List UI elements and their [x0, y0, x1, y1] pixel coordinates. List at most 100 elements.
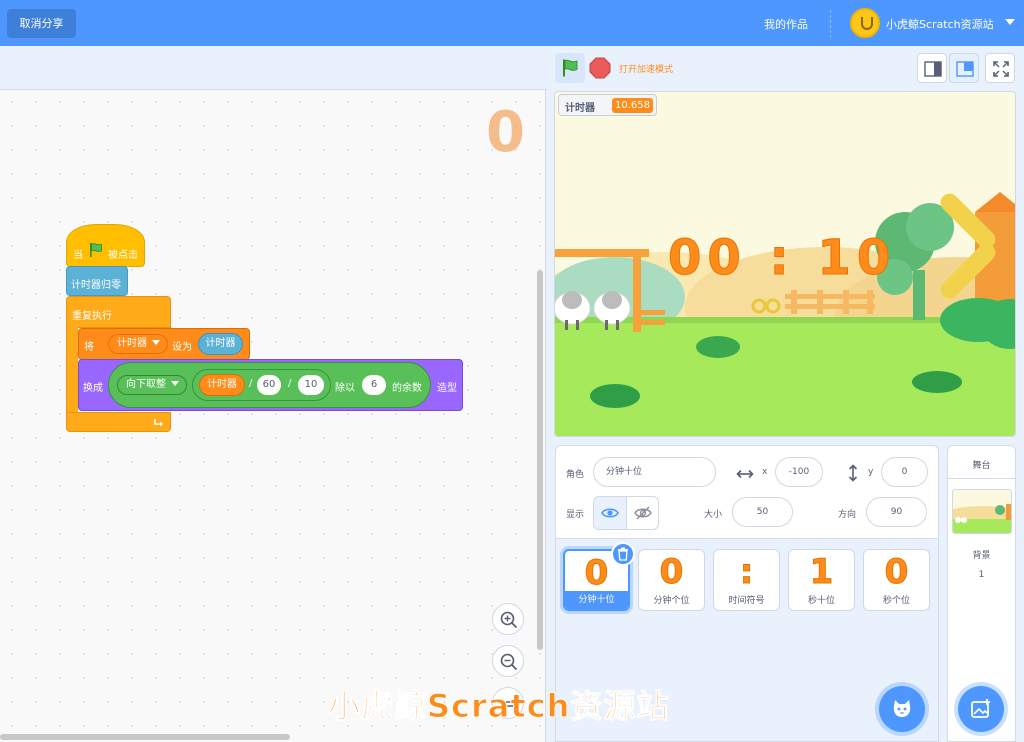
user-avatar[interactable] — [850, 8, 880, 38]
fullscreen-icon — [993, 61, 1009, 77]
when-flag-clicked-block[interactable]: 当 被点击 — [66, 224, 145, 267]
round-mode-label: 向下取整 — [126, 379, 166, 390]
forever-block-bottom — [66, 412, 171, 432]
sprite-thumbnail: 1 — [809, 552, 834, 593]
normal-stage-icon — [956, 61, 974, 77]
size-input[interactable]: 50 — [732, 497, 793, 527]
vertical-arrows-icon — [848, 464, 858, 482]
divide-value-input[interactable]: 60 — [257, 375, 281, 395]
divide-operator-block[interactable]: 计时器 / 60 / 10 — [192, 369, 331, 401]
my-works-link[interactable]: 我的作品 — [764, 16, 808, 32]
zoom-out-button[interactable] — [492, 645, 524, 677]
top-menu-bar: 取消分享 我的作品 小虎鲸Scratch资源站 — [0, 0, 1024, 46]
reset-timer-label: 计时器归零 — [71, 280, 121, 291]
sprite-tile[interactable]: 0 秒个位 — [863, 549, 930, 611]
set-variable-block[interactable]: 将 计时器 设为 计时器 — [78, 328, 250, 360]
trash-icon — [618, 547, 628, 561]
x-position-input[interactable]: -100 — [775, 457, 823, 487]
zoom-in-button[interactable] — [492, 603, 524, 635]
sprite-name: 时间符号 — [728, 596, 765, 606]
sprite-thumbnail: 0 — [884, 552, 909, 593]
sprite-name-input[interactable]: 分钟十位 — [593, 457, 716, 487]
set-label: 将 — [84, 342, 94, 353]
reset-timer-block[interactable]: 计时器归零 — [66, 266, 128, 296]
divide-symbol: / — [249, 378, 253, 389]
direction-label: 方向 — [838, 510, 857, 520]
hat-clicked-label: 被点击 — [108, 250, 138, 261]
timer-reporter[interactable]: 计时器 — [198, 333, 243, 355]
small-stage-button[interactable] — [917, 53, 947, 83]
zoom-in-icon — [500, 611, 518, 629]
timer-reporter[interactable]: 计时器 — [199, 374, 245, 396]
stage-panel-divider — [948, 478, 1015, 479]
visibility-toggle[interactable] — [593, 496, 659, 530]
sprite-name: 秒个位 — [882, 596, 910, 606]
variable-dropdown-label: 计时器 — [117, 338, 147, 349]
stage-thumbnail[interactable] — [952, 489, 1012, 534]
divide-value-input[interactable]: 10 — [298, 375, 324, 395]
green-flag-icon — [90, 243, 102, 257]
turbo-mode-toggle[interactable]: 打开加速模式 — [619, 62, 673, 75]
code-vertical-scrollbar[interactable] — [537, 270, 543, 650]
green-flag-icon — [563, 59, 578, 77]
site-watermark: 小虎鲸Scratch资源站 — [327, 687, 670, 726]
small-stage-icon — [924, 61, 942, 77]
horizontal-arrows-icon — [736, 469, 754, 479]
monitor-value: 10.658 — [612, 98, 653, 113]
code-area-header — [0, 46, 547, 90]
costume-suffix-label: 造型 — [437, 383, 457, 394]
forever-label: 重复执行 — [72, 311, 112, 322]
hat-when-label: 当 — [73, 250, 83, 261]
loop-arrow-icon — [154, 419, 163, 427]
backdrop-count: 1 — [978, 570, 985, 580]
username-label[interactable]: 小虎鲸Scratch资源站 — [886, 16, 994, 32]
x-label: x — [762, 467, 768, 477]
switch-costume-label: 换成 — [83, 383, 103, 394]
add-backdrop-button[interactable] — [958, 686, 1004, 732]
green-flag-button[interactable] — [555, 53, 585, 83]
eye-hidden-icon[interactable] — [634, 506, 652, 520]
fullscreen-button[interactable] — [985, 53, 1015, 83]
mod-label: 除以 — [335, 383, 355, 394]
eye-icon — [601, 508, 619, 518]
chevron-down-icon — [152, 340, 160, 345]
y-position-input[interactable]: 0 — [881, 457, 928, 487]
delete-sprite-button[interactable] — [611, 542, 635, 566]
backdrop-thumbnail-image — [953, 490, 1011, 533]
set-to-label: 设为 — [172, 342, 192, 353]
mod-suffix-label: 的余数 — [392, 383, 422, 394]
stage-clock-display: 00 : 10 — [667, 230, 897, 287]
sprite-tile[interactable]: 1 秒十位 — [788, 549, 855, 611]
cat-icon — [893, 700, 911, 717]
sprite-thumbnail: 0 — [659, 552, 684, 593]
sprite-tile[interactable]: : 时间符号 — [713, 549, 780, 611]
sprite-name: 分钟个位 — [653, 596, 690, 606]
round-mode-dropdown[interactable]: 向下取整 — [117, 375, 187, 395]
size-label: 大小 — [704, 510, 723, 520]
user-menu-caret-icon[interactable] — [1005, 19, 1015, 25]
sprite-name: 秒十位 — [807, 596, 835, 606]
normal-stage-button[interactable] — [949, 53, 979, 83]
sprite-tile[interactable]: 0 分钟个位 — [638, 549, 705, 611]
timer-variable-monitor[interactable]: 计时器 10.658 — [558, 94, 657, 116]
sprite-label: 角色 — [566, 470, 585, 480]
add-sprite-button[interactable] — [879, 686, 925, 732]
show-label: 显示 — [566, 510, 585, 520]
y-label: y — [868, 467, 874, 477]
divide-symbol: / — [288, 378, 292, 389]
backdrop-label: 背景 — [972, 551, 991, 561]
chevron-down-icon — [171, 381, 179, 386]
stop-button[interactable] — [589, 57, 611, 79]
mod-value-input[interactable]: 6 — [362, 375, 386, 395]
forever-block-arm — [66, 327, 78, 413]
monitor-label: 计时器 — [565, 103, 595, 114]
forever-block[interactable]: 重复执行 — [66, 296, 171, 328]
code-horizontal-scrollbar[interactable] — [0, 734, 290, 740]
stage-panel-title: 舞台 — [972, 461, 991, 471]
variable-dropdown[interactable]: 计时器 — [108, 334, 168, 354]
sprite-thumbnail: : — [739, 552, 754, 593]
direction-input[interactable]: 90 — [866, 497, 927, 527]
show-sprite-button[interactable] — [594, 497, 627, 529]
cancel-share-button[interactable]: 取消分享 — [7, 9, 76, 38]
add-image-icon — [971, 699, 990, 718]
